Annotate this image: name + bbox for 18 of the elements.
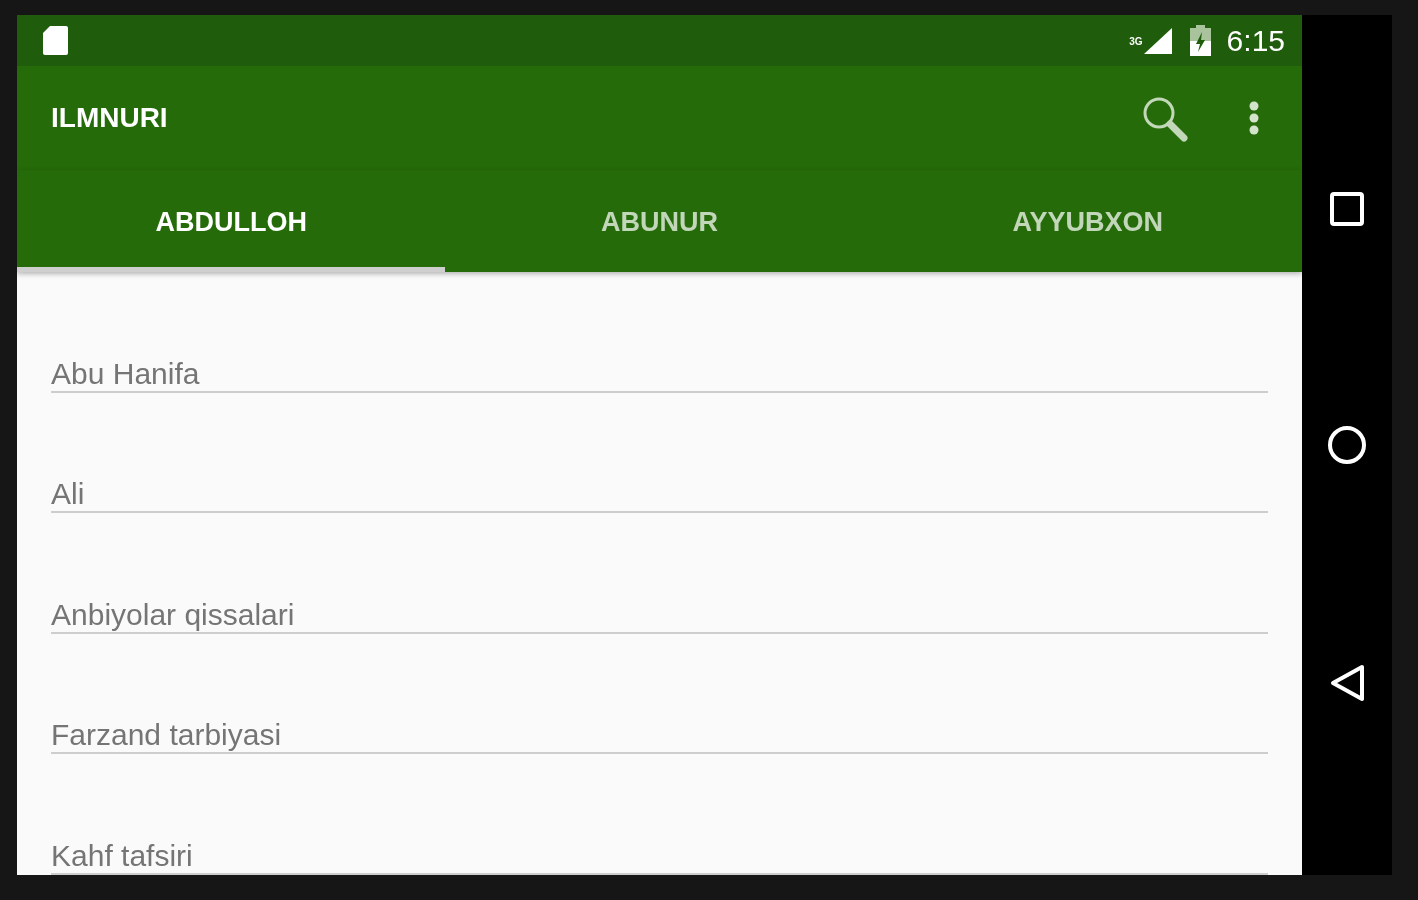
clock-time: 6:15 (1226, 23, 1285, 58)
list-item[interactable]: Anbiyolar qissalari (51, 513, 1268, 634)
more-options-icon[interactable] (1248, 100, 1260, 136)
list-item[interactable]: Kahf tafsiri (51, 754, 1268, 875)
tab[interactable]: ABUNUR (445, 170, 874, 272)
list-item[interactable]: Farzand tarbiyasi (51, 633, 1268, 754)
signal-icon (1143, 27, 1172, 54)
recent-apps-icon[interactable] (1330, 192, 1364, 226)
list-item[interactable]: Abu Hanifa (51, 272, 1268, 393)
back-icon[interactable] (1329, 664, 1365, 702)
home-icon[interactable] (1328, 426, 1366, 464)
tab[interactable]: ABDULLOH (17, 170, 446, 272)
list-item[interactable]: Ali (51, 392, 1268, 513)
app-title: ILMNURI (51, 102, 168, 134)
battery-icon (1189, 25, 1211, 56)
sd-card-icon (43, 26, 68, 55)
tab[interactable]: AYYUBXON (873, 170, 1302, 272)
network-type-label: 3G (1129, 35, 1143, 47)
